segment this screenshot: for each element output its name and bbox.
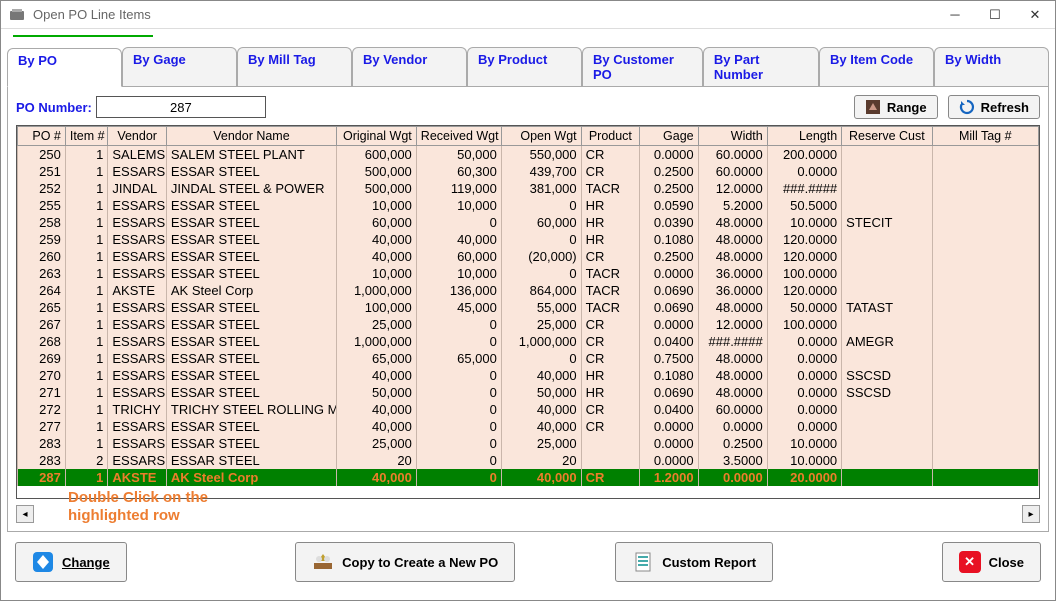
table-row[interactable]: 2501SALEMSSALEM STEEL PLANT600,00050,000… [18, 146, 1039, 164]
range-label: Range [887, 100, 927, 115]
grid: PO #Item #VendorVendor NameOriginal WgtR… [16, 125, 1040, 499]
minimize-button[interactable]: ─ [935, 1, 975, 29]
table-row[interactable]: 2591ESSARSESSAR STEEL40,00040,0000HR0.10… [18, 231, 1039, 248]
close-button[interactable]: ✕ Close [942, 542, 1041, 582]
column-header[interactable]: Open Wgt [501, 127, 581, 146]
scroll-left-arrow[interactable]: ◂ [16, 505, 34, 523]
copy-label: Copy to Create a New PO [342, 555, 498, 570]
table-row[interactable]: 2671ESSARSESSAR STEEL25,000025,000CR0.00… [18, 316, 1039, 333]
tab-body: PO Number: Range Refresh [7, 87, 1049, 532]
tab-by-part-number[interactable]: By Part Number [703, 47, 819, 86]
table-row[interactable]: 2771ESSARSESSAR STEEL40,000040,000CR0.00… [18, 418, 1039, 435]
change-button[interactable]: Change [15, 542, 127, 582]
table-row[interactable]: 2691ESSARSESSAR STEEL65,00065,0000CR0.75… [18, 350, 1039, 367]
table-row[interactable]: 2631ESSARSESSAR STEEL10,00010,0000TACR0.… [18, 265, 1039, 282]
table-row[interactable]: 2711ESSARSESSAR STEEL50,000050,000HR0.06… [18, 384, 1039, 401]
tab-by-width[interactable]: By Width [934, 47, 1049, 86]
table-row[interactable]: 2721TRICHYTRICHY STEEL ROLLING M40,00004… [18, 401, 1039, 418]
table-row[interactable]: 2641AKSTEAK Steel Corp1,000,000136,00086… [18, 282, 1039, 299]
table-row[interactable]: 2832ESSARSESSAR STEEL200200.00003.500010… [18, 452, 1039, 469]
refresh-label: Refresh [981, 100, 1029, 115]
po-number-label: PO Number: [16, 100, 92, 115]
maximize-button[interactable]: ☐ [975, 1, 1015, 29]
footer-buttons: Change Copy to Create a New PO Custom Re… [7, 532, 1049, 592]
close-icon: ✕ [959, 551, 981, 573]
hint-text: Double Click on thehighlighted row [68, 489, 208, 525]
tabs: By POBy GageBy Mill TagBy VendorBy Produ… [7, 47, 1049, 87]
column-header[interactable]: Reserve Cust [842, 127, 932, 146]
change-label: Change [62, 555, 110, 570]
table-row[interactable]: 2831ESSARSESSAR STEEL25,000025,0000.0000… [18, 435, 1039, 452]
column-header[interactable]: Length [767, 127, 841, 146]
table-row[interactable]: 2551ESSARSESSAR STEEL10,00010,0000HR0.05… [18, 197, 1039, 214]
column-header[interactable]: Vendor [108, 127, 166, 146]
close-label: Close [989, 555, 1024, 570]
column-header[interactable]: Gage [640, 127, 698, 146]
column-header[interactable]: Original Wgt [337, 127, 417, 146]
table-row[interactable]: 2601ESSARSESSAR STEEL40,00060,000(20,000… [18, 248, 1039, 265]
table-row[interactable]: 2511ESSARSESSAR STEEL500,00060,300439,70… [18, 163, 1039, 180]
column-header[interactable]: Item # [65, 127, 108, 146]
refresh-button[interactable]: Refresh [948, 95, 1040, 119]
tab-by-mill-tag[interactable]: By Mill Tag [237, 47, 352, 86]
table-row[interactable]: 2651ESSARSESSAR STEEL100,00045,00055,000… [18, 299, 1039, 316]
content: By POBy GageBy Mill TagBy VendorBy Produ… [1, 29, 1055, 600]
tab-by-customer-po[interactable]: By Customer PO [582, 47, 703, 86]
range-button[interactable]: Range [854, 95, 938, 119]
tab-by-vendor[interactable]: By Vendor [352, 47, 467, 86]
tab-by-product[interactable]: By Product [467, 47, 582, 86]
window: Open PO Line Items ─ ☐ ✕ By POBy GageBy … [0, 0, 1056, 601]
column-header[interactable]: Product [581, 127, 639, 146]
copy-po-button[interactable]: Copy to Create a New PO [295, 542, 515, 582]
table-row[interactable]: 2871AKSTEAK Steel Corp40,000040,000CR1.2… [18, 469, 1039, 486]
scroll-right-arrow[interactable]: ▸ [1022, 505, 1040, 523]
tab-by-po[interactable]: By PO [7, 48, 122, 87]
po-number-input[interactable] [96, 96, 266, 118]
window-title: Open PO Line Items [33, 7, 935, 22]
change-icon [32, 551, 54, 573]
refresh-icon [959, 99, 975, 115]
grid-table[interactable]: PO #Item #VendorVendor NameOriginal WgtR… [17, 126, 1039, 486]
column-header[interactable]: Vendor Name [166, 127, 336, 146]
filter-row: PO Number: Range Refresh [16, 95, 1040, 119]
tab-by-item-code[interactable]: By Item Code [819, 47, 934, 86]
report-icon [632, 551, 654, 573]
column-header[interactable]: Received Wgt [416, 127, 501, 146]
copy-icon [312, 551, 334, 573]
app-icon [7, 5, 27, 25]
report-label: Custom Report [662, 555, 756, 570]
column-header[interactable]: Width [698, 127, 767, 146]
titlebar: Open PO Line Items ─ ☐ ✕ [1, 1, 1055, 29]
table-row[interactable]: 2701ESSARSESSAR STEEL40,000040,000HR0.10… [18, 367, 1039, 384]
window-controls: ─ ☐ ✕ [935, 1, 1055, 29]
column-header[interactable]: Mill Tag # [932, 127, 1038, 146]
column-header[interactable]: PO # [18, 127, 66, 146]
custom-report-button[interactable]: Custom Report [615, 542, 773, 582]
title-underline [13, 35, 153, 37]
table-row[interactable]: 2521JINDALJINDAL STEEL & POWER500,000119… [18, 180, 1039, 197]
table-row[interactable]: 2581ESSARSESSAR STEEL60,000060,000HR0.03… [18, 214, 1039, 231]
range-icon [865, 99, 881, 115]
table-row[interactable]: 2681ESSARSESSAR STEEL1,000,00001,000,000… [18, 333, 1039, 350]
tab-by-gage[interactable]: By Gage [122, 47, 237, 86]
close-window-button[interactable]: ✕ [1015, 1, 1055, 29]
